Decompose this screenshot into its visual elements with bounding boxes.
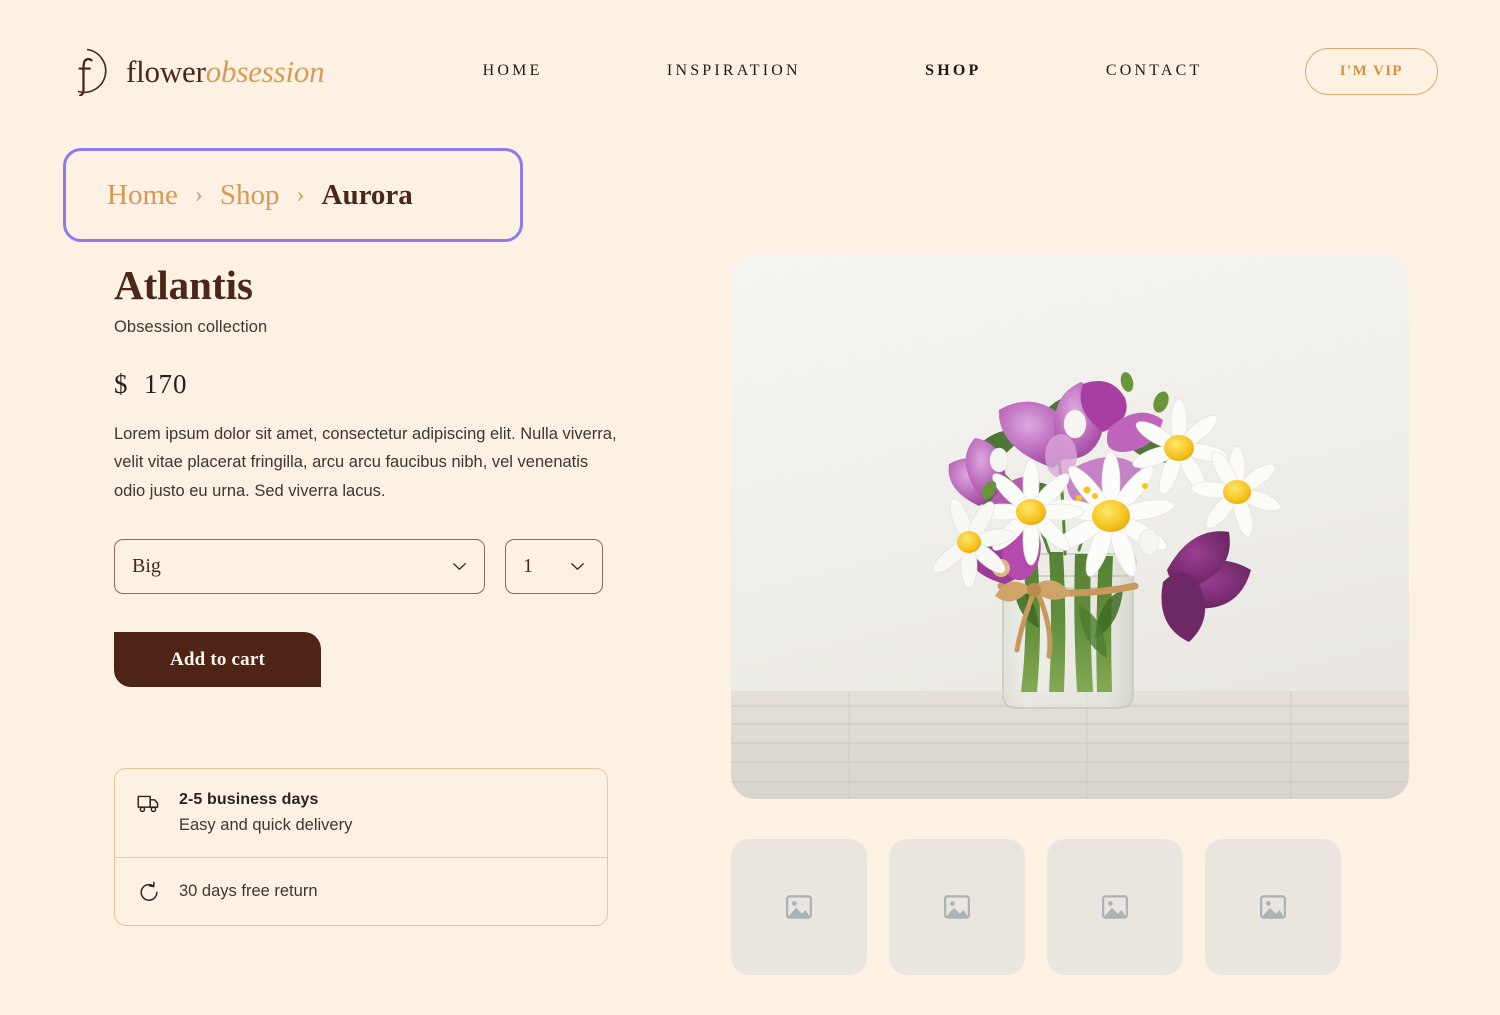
price-amount: 170 xyxy=(144,369,188,400)
thumbnail-1[interactable] xyxy=(731,839,867,975)
product-gallery xyxy=(620,250,1500,975)
add-to-cart-button[interactable]: Add to cart xyxy=(114,632,321,688)
breadcrumb-item-home[interactable]: Home xyxy=(107,179,178,212)
main-navigation: HOME INSPIRATION SHOP CONTACT xyxy=(324,62,1304,80)
image-placeholder-icon xyxy=(786,895,812,919)
product-description: Lorem ipsum dolor sit amet, consectetur … xyxy=(114,425,617,500)
thumbnail-list xyxy=(731,839,1500,975)
product-page-body: Atlantis Obsession collection $ 170 Lore… xyxy=(0,250,1500,975)
size-select-value: Big xyxy=(132,555,161,578)
thumbnail-2[interactable] xyxy=(889,839,1025,975)
brand-name: flowerobsession xyxy=(126,53,325,89)
shipping-info-panel: 2-5 business days Easy and quick deliver… xyxy=(114,768,608,927)
bouquet-photo-illustration xyxy=(731,254,1409,799)
image-placeholder-icon xyxy=(1102,895,1128,919)
product-collection: Obsession collection xyxy=(114,318,268,337)
brand-name-part1: flower xyxy=(126,53,206,89)
breadcrumb-item-shop[interactable]: Shop xyxy=(220,179,280,212)
delivery-subtitle: Easy and quick delivery xyxy=(179,816,353,835)
brand-name-part2: obsession xyxy=(205,53,325,89)
nav-item-home[interactable]: HOME xyxy=(483,62,543,80)
product-hero-image[interactable] xyxy=(731,254,1409,799)
site-header: flowerobsession HOME INSPIRATION SHOP CO… xyxy=(0,0,1500,142)
quantity-select-value: 1 xyxy=(523,555,533,578)
image-placeholder-icon xyxy=(1260,895,1286,919)
truck-icon xyxy=(137,795,159,813)
chevron-down-icon xyxy=(453,563,466,571)
nav-item-contact[interactable]: CONTACT xyxy=(1106,62,1203,80)
delivery-info-text: 2-5 business days Easy and quick deliver… xyxy=(179,791,352,835)
thumbnail-4[interactable] xyxy=(1205,839,1341,975)
vip-button[interactable]: I'M VIP xyxy=(1304,47,1438,95)
nav-item-shop[interactable]: SHOP xyxy=(925,62,981,80)
image-placeholder-icon xyxy=(944,895,970,919)
rotate-ccw-icon xyxy=(140,881,158,902)
nav-item-inspiration[interactable]: INSPIRATION xyxy=(667,62,801,80)
size-select[interactable]: Big xyxy=(114,539,485,595)
returns-title: 30 days free return xyxy=(179,882,318,901)
product-details: Atlantis Obsession collection $ 170 Lore… xyxy=(0,250,620,975)
breadcrumb-item-current: Aurora xyxy=(321,178,413,211)
quantity-select[interactable]: 1 xyxy=(505,539,603,595)
delivery-title: 2-5 business days xyxy=(179,791,319,809)
thumbnail-3[interactable] xyxy=(1047,839,1183,975)
product-options: Big 1 xyxy=(114,539,620,595)
breadcrumb-separator-icon: › xyxy=(296,182,305,208)
breadcrumb-separator-icon: › xyxy=(194,182,203,208)
circle-f-monogram-icon xyxy=(77,48,107,96)
price-currency: $ xyxy=(114,369,129,400)
product-title: Atlantis xyxy=(114,262,253,308)
returns-info-row: 30 days free return xyxy=(115,857,607,925)
delivery-info-row: 2-5 business days Easy and quick deliver… xyxy=(115,769,607,857)
chevron-down-icon xyxy=(571,563,584,571)
breadcrumb[interactable]: Home › Shop › Aurora xyxy=(63,148,523,242)
brand-logo[interactable]: flowerobsession xyxy=(62,46,325,96)
product-price: $ 170 xyxy=(114,369,620,400)
